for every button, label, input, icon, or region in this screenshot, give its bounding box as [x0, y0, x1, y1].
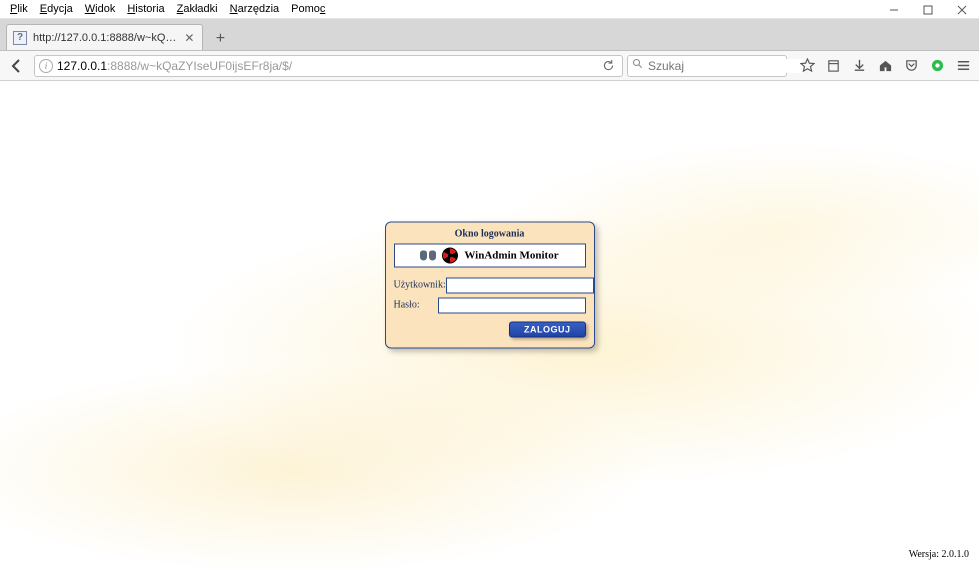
- version-label: Wersja: 2.0.1.0: [909, 549, 969, 560]
- menu-help[interactable]: Pomoc: [285, 1, 331, 17]
- extension-icon[interactable]: [925, 54, 949, 78]
- menu-bookmarks[interactable]: Zakładki: [171, 1, 224, 17]
- tab-close-icon[interactable]: ✕: [182, 31, 196, 45]
- tab-title: http://127.0.0.1:8888/w~kQ…: [33, 32, 176, 44]
- url-path: :8888/w~kQaZYIseUF0ijsEFr8ja/$/: [107, 59, 292, 73]
- hamburger-menu-icon[interactable]: [951, 54, 975, 78]
- username-row: Użytkownik:: [394, 277, 586, 293]
- password-input[interactable]: [438, 297, 586, 313]
- menu-bar: Plik Edycja Widok Historia Zakładki Narz…: [0, 0, 979, 19]
- downloads-icon[interactable]: [847, 54, 871, 78]
- binoculars-icon: [420, 248, 436, 262]
- browser-tab[interactable]: ? http://127.0.0.1:8888/w~kQ… ✕: [6, 24, 203, 50]
- library-icon[interactable]: [821, 54, 845, 78]
- menu-view-label: idok: [95, 3, 115, 15]
- search-input[interactable]: [648, 59, 803, 73]
- minimize-button[interactable]: [877, 0, 911, 19]
- address-bar[interactable]: i 127.0.0.1:8888/w~kQaZYIseUF0ijsEFr8ja/…: [34, 55, 623, 77]
- back-button[interactable]: [4, 54, 30, 78]
- menu-file[interactable]: Plik: [4, 1, 34, 17]
- menu-tools[interactable]: Narzędzia: [224, 1, 286, 17]
- menu-edit[interactable]: Edycja: [34, 1, 79, 17]
- toolbar-icons: [791, 54, 975, 78]
- menu-tools-label: arzędzia: [238, 3, 280, 15]
- close-button[interactable]: [945, 0, 979, 19]
- favicon-icon: ?: [13, 31, 27, 45]
- menu-history-label: istoria: [135, 3, 164, 15]
- pocket-icon[interactable]: [899, 54, 923, 78]
- search-box[interactable]: [627, 55, 787, 77]
- url-host: 127.0.0.1: [57, 59, 107, 73]
- login-panel: Okno logowania WinAdmin Monitor Użytkown…: [385, 221, 595, 348]
- menu-file-label: lik: [17, 3, 27, 15]
- login-window-title: Okno logowania: [394, 226, 586, 243]
- window-controls: [877, 0, 979, 19]
- logo-banner: WinAdmin Monitor: [394, 243, 586, 267]
- search-icon: [632, 58, 644, 73]
- menu-edit-label: dycja: [47, 3, 73, 15]
- menu-history[interactable]: Historia: [121, 1, 170, 17]
- home-icon[interactable]: [873, 54, 897, 78]
- menu-bookmarks-label: akładki: [183, 3, 217, 15]
- login-button[interactable]: ZALOGUJ: [509, 321, 586, 337]
- url-text: 127.0.0.1:8888/w~kQaZYIseUF0ijsEFr8ja/$/: [57, 59, 594, 73]
- reload-button[interactable]: [598, 59, 618, 72]
- maximize-button[interactable]: [911, 0, 945, 19]
- button-row: ZALOGUJ: [394, 321, 586, 337]
- menu-view[interactable]: Widok: [79, 1, 122, 17]
- nav-bar: i 127.0.0.1:8888/w~kQaZYIseUF0ijsEFr8ja/…: [0, 51, 979, 81]
- password-row: Hasło:: [394, 297, 586, 313]
- new-tab-button[interactable]: +: [207, 28, 233, 50]
- site-info-icon[interactable]: i: [39, 59, 53, 73]
- password-label: Hasło:: [394, 300, 438, 311]
- radiation-icon: [442, 247, 458, 263]
- tab-strip: ? http://127.0.0.1:8888/w~kQ… ✕ +: [0, 19, 979, 51]
- bookmark-star-icon[interactable]: [795, 54, 819, 78]
- page-content: Okno logowania WinAdmin Monitor Użytkown…: [0, 81, 979, 566]
- username-label: Użytkownik:: [394, 280, 446, 291]
- brand-name: WinAdmin Monitor: [464, 249, 558, 261]
- username-input[interactable]: [446, 277, 594, 293]
